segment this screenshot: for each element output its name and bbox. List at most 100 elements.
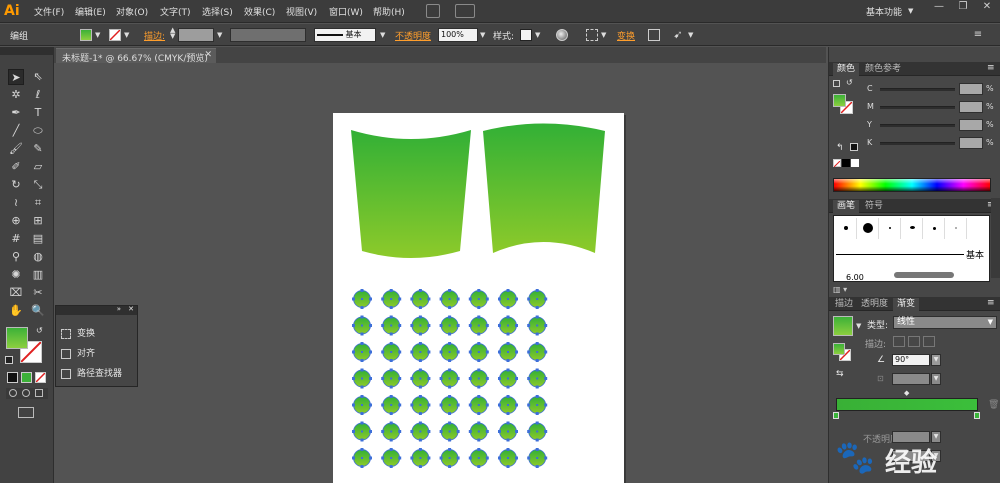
menu-window[interactable]: 窗口(W) [329, 5, 363, 19]
brush-swatch[interactable] [946, 218, 967, 239]
chevron-down-icon[interactable]: ▼ [380, 31, 385, 39]
arrange-documents-icon[interactable] [455, 4, 475, 18]
column-graph-tool-icon[interactable]: ▥ [30, 267, 46, 283]
gradient-type-select[interactable]: 线性 ▼ [893, 316, 997, 329]
tab-gradient[interactable]: 渐变 [893, 298, 920, 311]
brush-swatch[interactable] [880, 218, 901, 239]
gradient-end-stop[interactable] [974, 412, 980, 419]
color-mode-icon[interactable] [7, 372, 18, 383]
dot-shape[interactable] [352, 342, 372, 362]
menu-file[interactable]: 文件(F) [34, 5, 64, 19]
dot-shape[interactable] [527, 448, 548, 468]
none-mode-icon[interactable] [35, 372, 46, 383]
brush-scrollbar[interactable] [991, 198, 1000, 278]
gradient-tool-icon[interactable]: ▤ [30, 231, 46, 247]
tab-color[interactable]: 颜色 [833, 63, 860, 76]
close-button[interactable]: ✕ [976, 0, 998, 14]
dot-shape[interactable] [468, 342, 489, 362]
dot-shape[interactable] [381, 342, 402, 362]
maximize-button[interactable]: ❐ [952, 0, 974, 14]
paintbrush-tool-icon[interactable]: 🖌 [8, 141, 24, 157]
dot-shape[interactable] [352, 289, 372, 309]
dot-shape[interactable] [352, 395, 372, 415]
dot-shape[interactable] [352, 448, 372, 468]
chevron-down-icon[interactable]: ▼ [217, 31, 222, 39]
dot-shape[interactable] [498, 421, 518, 442]
chevron-down-icon[interactable]: ▼ [688, 31, 693, 39]
dot-shape[interactable] [527, 315, 548, 336]
eraser-tool-icon[interactable]: ▱ [30, 159, 46, 175]
screen-mode-icon[interactable] [18, 407, 34, 418]
gradient-along-stroke-icon[interactable] [908, 336, 920, 347]
channel-m-field[interactable] [959, 101, 983, 113]
default-colors-icon[interactable] [5, 356, 13, 364]
dot-shape[interactable] [468, 315, 489, 336]
dot-shape[interactable] [410, 315, 431, 336]
mesh-tool-icon[interactable]: # [8, 231, 24, 247]
gradient-start-stop[interactable] [833, 412, 839, 419]
brush-swatch[interactable] [836, 218, 857, 239]
gradient-mode-icon[interactable] [21, 372, 32, 383]
midpoint-icon[interactable]: ◆ [904, 389, 909, 397]
gradient-angle-field[interactable]: 90° [892, 354, 930, 366]
tab-brushes[interactable]: 画笔 [833, 200, 860, 213]
zoom-tool-icon[interactable]: 🔍 [30, 303, 46, 319]
fill-color-box[interactable] [6, 327, 28, 349]
dot-shape[interactable] [410, 342, 431, 362]
dot-shape[interactable] [468, 448, 489, 468]
dot-shape[interactable] [381, 315, 402, 336]
line-tool-icon[interactable]: ╱ [8, 123, 24, 139]
symbol-sprayer-tool-icon[interactable]: ✺ [8, 267, 24, 283]
stroke-weight-field[interactable] [178, 28, 214, 42]
dot-shape[interactable] [468, 395, 489, 415]
dot-shape[interactable] [527, 421, 548, 442]
dot-shape[interactable] [410, 395, 431, 415]
gradient-preview-swatch[interactable] [833, 316, 853, 336]
brush-swatch[interactable] [924, 218, 945, 239]
panel-item-transform[interactable]: 变换 [61, 326, 137, 342]
chevron-down-icon[interactable]: ▼ [931, 354, 941, 366]
dot-shape[interactable] [439, 395, 460, 415]
selection-tool-icon[interactable]: ➤ [8, 69, 24, 85]
draw-inside-icon[interactable] [35, 389, 43, 397]
chevron-down-icon[interactable]: ▼ [124, 31, 129, 39]
blend-tool-icon[interactable]: ◍ [30, 249, 46, 265]
pen-tool-icon[interactable]: ✒ [8, 105, 24, 121]
scale-tool-icon[interactable]: ⤡ [30, 177, 46, 193]
brush-libraries-icon[interactable]: ▥ ▾ [833, 285, 847, 294]
close-tab-icon[interactable]: ✕ [204, 50, 212, 60]
chevron-down-icon[interactable]: ▼ [931, 373, 941, 385]
tab-symbols[interactable]: 符号 [861, 200, 887, 213]
brush-swatch[interactable] [902, 218, 923, 239]
chevron-down-icon[interactable]: ▼ [480, 31, 485, 39]
perspective-grid-tool-icon[interactable]: ⊞ [30, 213, 46, 229]
dot-shape[interactable] [381, 448, 402, 468]
channel-m-slider[interactable] [880, 106, 955, 109]
swap-fill-stroke-icon[interactable]: ↺ [846, 78, 853, 87]
reverse-gradient-icon[interactable]: ⇆ [836, 369, 844, 379]
direct-selection-tool-icon[interactable]: ⇖ [30, 69, 46, 85]
tab-stroke[interactable]: 描边 [831, 298, 857, 311]
menu-view[interactable]: 视图(V) [286, 5, 317, 19]
aspect-ratio-field[interactable] [892, 373, 930, 385]
dot-shape[interactable] [352, 368, 372, 389]
dot-shape[interactable] [498, 448, 518, 468]
panel-menu-icon[interactable]: ≡ [987, 63, 995, 73]
dot-shape[interactable] [381, 395, 402, 415]
panel-item-pathfinder[interactable]: 路径查找器 [61, 366, 137, 382]
cup-shape-right[interactable] [483, 123, 605, 254]
menu-object[interactable]: 对象(O) [116, 5, 148, 19]
dot-shape[interactable] [498, 368, 518, 389]
white-swatch[interactable] [851, 159, 859, 167]
chevron-down-icon[interactable]: ▼ [856, 322, 861, 330]
artboard-tool-icon[interactable]: ⌧ [8, 285, 24, 301]
out-of-gamut-icon[interactable]: ↰ [836, 143, 844, 153]
panel-menu-icon[interactable]: ≡ [970, 27, 986, 43]
transform-link[interactable]: 变换 [617, 29, 635, 42]
pointer-options-icon[interactable]: ➹ [670, 27, 686, 43]
bridge-icon[interactable] [426, 4, 440, 18]
dot-shape[interactable] [527, 368, 548, 389]
dot-shape[interactable] [410, 368, 431, 389]
menu-effect[interactable]: 效果(C) [244, 5, 275, 19]
floating-panel-header[interactable]: » ✕ [56, 305, 137, 315]
